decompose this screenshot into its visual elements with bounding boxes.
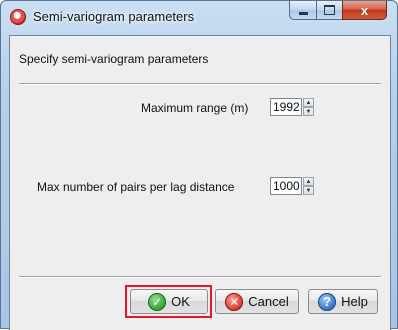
check-icon: ✓ bbox=[148, 292, 167, 311]
help-label: Help bbox=[341, 294, 368, 309]
bottom-separator bbox=[19, 276, 381, 278]
cancel-button[interactable]: ✕ Cancel bbox=[215, 289, 299, 314]
top-separator bbox=[19, 83, 381, 85]
max-pairs-increment-button[interactable]: ▲ bbox=[303, 177, 314, 186]
max-range-increment-button[interactable]: ▲ bbox=[303, 98, 314, 107]
max-range-decrement-button[interactable]: ▼ bbox=[303, 107, 314, 116]
max-range-spin-buttons: ▲ ▼ bbox=[303, 98, 314, 116]
dialog-window: Semi-variogram parameters x Specify semi… bbox=[0, 0, 398, 330]
app-icon bbox=[10, 9, 26, 25]
max-pairs-spin-buttons: ▲ ▼ bbox=[303, 177, 314, 195]
minimize-button[interactable] bbox=[289, 1, 316, 20]
caption-buttons: x bbox=[289, 1, 387, 20]
close-icon: x bbox=[360, 2, 369, 18]
maximize-button[interactable] bbox=[316, 1, 342, 20]
dialog-heading: Specify semi-variogram parameters bbox=[19, 52, 209, 66]
dialog-content: Specify semi-variogram parameters Maximu… bbox=[9, 35, 391, 330]
max-pairs-spinner: ▲ ▼ bbox=[270, 177, 314, 195]
max-range-input[interactable] bbox=[270, 98, 302, 116]
window-title: Semi-variogram parameters bbox=[33, 9, 195, 24]
ok-button[interactable]: ✓ OK bbox=[130, 289, 208, 314]
max-range-spinner: ▲ ▼ bbox=[270, 98, 314, 116]
question-icon: ? bbox=[318, 292, 337, 311]
max-range-label: Maximum range (m) bbox=[141, 101, 249, 115]
cancel-label: Cancel bbox=[248, 294, 289, 309]
x-icon: ✕ bbox=[225, 292, 244, 311]
maximize-icon bbox=[324, 5, 335, 15]
close-button[interactable]: x bbox=[342, 1, 387, 20]
max-pairs-input[interactable] bbox=[270, 177, 302, 195]
ok-label: OK bbox=[171, 294, 190, 309]
max-pairs-label: Max number of pairs per lag distance bbox=[37, 180, 235, 194]
minimize-icon bbox=[298, 11, 308, 15]
help-button[interactable]: ? Help bbox=[308, 289, 378, 314]
max-pairs-decrement-button[interactable]: ▼ bbox=[303, 186, 314, 195]
title-bar[interactable]: Semi-variogram parameters x bbox=[1, 1, 397, 35]
